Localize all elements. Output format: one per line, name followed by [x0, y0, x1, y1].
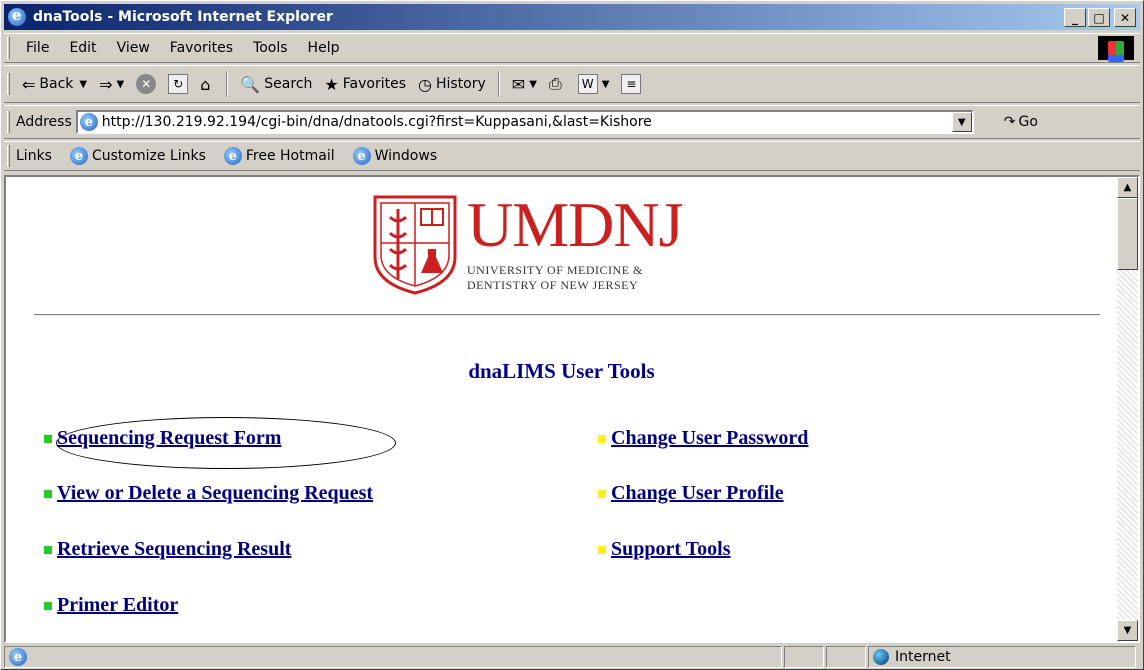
- history-button[interactable]: ◷ History: [412, 75, 492, 94]
- view-delete-request-link[interactable]: View or Delete a Sequencing Request: [57, 482, 373, 505]
- home-button[interactable]: ⌂: [194, 75, 220, 94]
- print-button[interactable]: ⎙: [543, 74, 572, 94]
- page-viewport: UMDNJ UNIVERSITY OF MEDICINE & DENTISTRY…: [4, 175, 1140, 643]
- bullet-icon: [44, 601, 52, 610]
- go-button[interactable]: ↷ Go: [1004, 114, 1038, 130]
- status-bar: e Internet: [4, 646, 1140, 669]
- ie-page-icon: e: [69, 147, 88, 165]
- menu-view[interactable]: View: [107, 40, 160, 56]
- address-input[interactable]: e http://130.219.92.194/cgi-bin/dna/dnat…: [75, 110, 974, 134]
- link-windows[interactable]: e Windows: [352, 147, 437, 165]
- scroll-up-button[interactable]: ▲: [1117, 177, 1138, 198]
- change-profile-link[interactable]: Change User Profile: [611, 482, 784, 505]
- logo-subtitle-line2: DENTISTRY OF NEW JERSEY: [467, 278, 639, 292]
- page-icon: e: [79, 113, 98, 131]
- security-zone: Internet: [868, 646, 1136, 668]
- primer-editor-link[interactable]: Primer Editor: [57, 594, 178, 617]
- bullet-icon: [598, 489, 606, 498]
- home-icon: ⌂: [200, 74, 211, 94]
- status-pane-2: [784, 646, 824, 668]
- ie-page-icon: e: [9, 648, 27, 666]
- refresh-icon: ↻: [168, 74, 189, 94]
- tool-support-tools: Support Tools: [598, 538, 731, 561]
- shield-icon: [373, 195, 457, 295]
- search-icon: 🔍: [240, 74, 261, 94]
- logo-wordmark: UMDNJ: [467, 189, 683, 260]
- refresh-button[interactable]: ↻: [162, 74, 194, 94]
- address-url: http://130.219.92.194/cgi-bin/dna/dnatoo…: [101, 114, 652, 130]
- logo-subtitle-line1: UNIVERSITY OF MEDICINE &: [467, 263, 643, 277]
- menu-bar: File Edit View Favorites Tools Help: [4, 33, 1140, 63]
- menu-edit[interactable]: Edit: [59, 40, 106, 56]
- sequencing-request-form-link[interactable]: Sequencing Request Form: [57, 427, 281, 450]
- retrieve-result-link[interactable]: Retrieve Sequencing Result: [57, 538, 291, 561]
- go-arrow-icon: ↷: [1003, 114, 1016, 130]
- tool-change-profile: Change User Profile: [598, 482, 784, 505]
- stop-icon: ✕: [136, 74, 157, 94]
- mail-button[interactable]: ✉ ▼: [506, 75, 543, 94]
- print-icon: ⎙: [548, 74, 562, 93]
- ie-page-icon: e: [352, 147, 371, 165]
- favorites-button[interactable]: ★ Favorites: [318, 75, 412, 94]
- support-tools-link[interactable]: Support Tools: [611, 538, 731, 561]
- window-title: dnaTools - Microsoft Internet Explorer: [33, 9, 333, 25]
- bullet-icon: [44, 545, 52, 554]
- link-customize-links[interactable]: e Customize Links: [69, 147, 206, 165]
- maximize-button[interactable]: □: [1088, 8, 1110, 27]
- address-dropdown-button[interactable]: ▼: [951, 112, 972, 132]
- umdnj-logo: UMDNJ UNIVERSITY OF MEDICINE & DENTISTRY…: [373, 189, 683, 295]
- change-password-link[interactable]: Change User Password: [611, 427, 808, 450]
- windows-logo-icon: [1098, 36, 1134, 60]
- ie-icon: [8, 6, 26, 26]
- word-icon: W: [577, 74, 598, 94]
- links-label[interactable]: Links: [16, 148, 52, 164]
- browser-window: dnaTools - Microsoft Internet Explorer _…: [0, 0, 1144, 670]
- links-bar: Links e Customize Links e Free Hotmail e Wi…: [4, 141, 1140, 171]
- search-button[interactable]: 🔍 Search: [234, 75, 318, 94]
- tool-view-delete-request: View or Delete a Sequencing Request: [44, 482, 373, 505]
- vertical-scrollbar[interactable]: ▲ ▼: [1117, 177, 1138, 641]
- discuss-icon: ≡: [621, 74, 642, 94]
- discuss-button[interactable]: ≡: [615, 74, 647, 94]
- edit-button[interactable]: W ▼: [572, 74, 616, 94]
- close-button[interactable]: ✕: [1114, 8, 1136, 27]
- zone-label: Internet: [895, 649, 951, 665]
- tool-primer-editor: Primer Editor: [44, 594, 178, 617]
- status-text: e: [4, 646, 782, 668]
- standard-toolbar: ⇐ Back ▼ ⇒ ▼ ✕ ↻ ⌂ 🔍 Search ★ Favorites ◷ Hist…: [4, 65, 1140, 103]
- status-pane-3: [826, 646, 866, 668]
- globe-icon: [873, 649, 889, 665]
- tool-retrieve-result: Retrieve Sequencing Result: [44, 538, 291, 561]
- tool-change-password: Change User Password: [598, 427, 808, 450]
- history-icon: ◷: [418, 74, 432, 94]
- forward-button[interactable]: ⇒ ▼: [93, 75, 130, 94]
- back-button[interactable]: ⇐ Back ▼: [16, 75, 93, 94]
- ie-page-icon: e: [223, 147, 242, 165]
- menu-help[interactable]: Help: [298, 40, 350, 56]
- bullet-icon: [598, 434, 606, 443]
- menu-file[interactable]: File: [16, 40, 59, 56]
- link-free-hotmail[interactable]: e Free Hotmail: [223, 147, 335, 165]
- bullet-icon: [44, 434, 52, 443]
- menu-tools[interactable]: Tools: [243, 40, 298, 56]
- address-bar: Address e http://130.219.92.194/cgi-bin/…: [4, 105, 1140, 139]
- address-label: Address: [16, 114, 72, 130]
- back-arrow-icon: ⇐: [22, 74, 36, 94]
- page-heading: dnaLIMS User Tools: [468, 359, 655, 383]
- menu-favorites[interactable]: Favorites: [160, 40, 243, 56]
- favorites-icon: ★: [324, 74, 339, 94]
- scroll-thumb[interactable]: [1117, 198, 1138, 270]
- bullet-icon: [44, 489, 52, 498]
- tool-sequencing-request-form: Sequencing Request Form: [44, 427, 281, 450]
- page-content: UMDNJ UNIVERSITY OF MEDICINE & DENTISTRY…: [6, 177, 1117, 641]
- title-bar: dnaTools - Microsoft Internet Explorer _…: [4, 4, 1140, 30]
- bullet-icon: [598, 545, 606, 554]
- scroll-down-button[interactable]: ▼: [1117, 620, 1138, 641]
- mail-icon: ✉: [511, 74, 526, 94]
- horizontal-rule: [34, 314, 1100, 316]
- stop-button[interactable]: ✕: [130, 74, 162, 94]
- forward-arrow-icon: ⇒: [99, 74, 113, 94]
- minimize-button[interactable]: _: [1064, 8, 1086, 27]
